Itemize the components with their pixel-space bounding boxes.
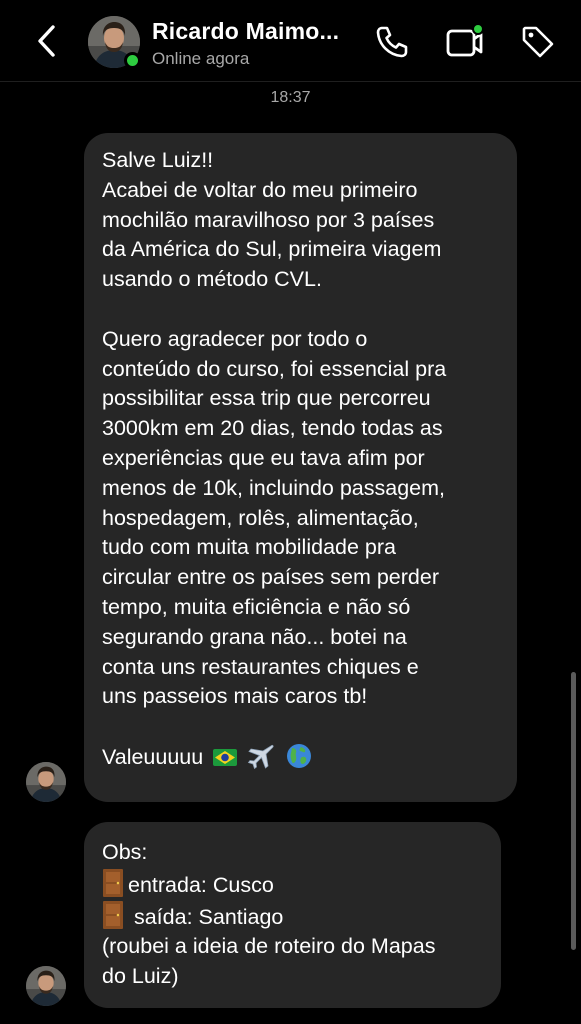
back-chevron-icon: [38, 25, 55, 57]
tag-button[interactable]: [518, 22, 558, 62]
message-text: saída: Santiago: [128, 904, 284, 929]
message-line: mochilão maravilhoso por 3 países: [102, 207, 435, 232]
message-line: conteúdo do curso, foi essencial pra: [102, 356, 447, 381]
contact-avatar-container[interactable]: [88, 16, 141, 69]
message-line: menos de 10k, incluindo passagem,: [102, 475, 446, 500]
message-line: circular entre os países sem perder: [102, 565, 439, 590]
sender-avatar[interactable]: [26, 762, 66, 802]
message-bubble[interactable]: Obs: entrada: Cusco saída: Santiago (rou…: [84, 822, 501, 1008]
chat-header: Ricardo Maimo... Online agora: [0, 0, 581, 82]
message-line: conta uns restaurantes chiques e: [102, 654, 419, 679]
tag-icon: [522, 26, 554, 58]
video-call-button[interactable]: [444, 22, 484, 62]
phone-icon: [376, 26, 408, 58]
message-blank-line: [102, 712, 499, 742]
message-line-with-emoji: entrada: Cusco: [102, 868, 483, 900]
message-line: da América do Sul, primeira viagem: [102, 237, 442, 262]
sender-avatar[interactable]: [26, 966, 66, 1006]
contact-name[interactable]: Ricardo Maimo...: [152, 18, 339, 45]
online-status-dot: [124, 52, 141, 69]
message-line: usando o método CVL.: [102, 267, 322, 292]
message-line: Quero agradecer por todo o: [102, 326, 368, 351]
message-line-with-emojis: Valeuuuuu: [102, 742, 499, 773]
message-line: 3000km em 20 dias, tendo todas as: [102, 416, 443, 441]
message-line: hospedagem, rolês, alimentação,: [102, 505, 419, 530]
message-line: uns passeios mais caros tb!: [102, 684, 368, 709]
phone-call-button[interactable]: [372, 22, 412, 62]
message-text: Valeuuuuu: [102, 744, 204, 769]
message-line: Acabei de voltar do meu primeiro: [102, 177, 418, 202]
message-line: Obs:: [102, 840, 148, 864]
message-line: experiências que eu tava afim por: [102, 445, 425, 470]
message-line: tudo com muita mobilidade pra: [102, 535, 396, 560]
airplane-emoji: [248, 744, 274, 770]
message-line: do Luiz): [102, 963, 179, 988]
message-text: entrada: Cusco: [128, 872, 274, 897]
back-button[interactable]: [30, 24, 64, 58]
message-line-with-emoji: saída: Santiago: [102, 900, 483, 932]
message-blank-line: [102, 295, 499, 325]
message-bubble[interactable]: Salve Luiz!! Acabei de voltar do meu pri…: [84, 133, 517, 802]
scrollbar-thumb[interactable]: [571, 672, 576, 950]
door-emoji: [103, 868, 123, 897]
message-line: (roubei a ideia de roteiro do Mapas: [102, 933, 436, 958]
brazil-flag-emoji: [213, 748, 238, 766]
video-call-icon: [446, 23, 484, 57]
message-timestamp: 18:37: [270, 89, 311, 106]
contact-status: Online agora: [152, 49, 250, 68]
door-emoji: [103, 900, 123, 929]
message-line: Salve Luiz!!: [102, 148, 214, 172]
message-line: segurando grana não... botei na: [102, 624, 407, 649]
message-line: possibilitar essa trip que percorreu: [102, 386, 431, 411]
message-line: tempo, muita eficiência e não só: [102, 594, 411, 619]
globe-emoji: [287, 743, 312, 768]
